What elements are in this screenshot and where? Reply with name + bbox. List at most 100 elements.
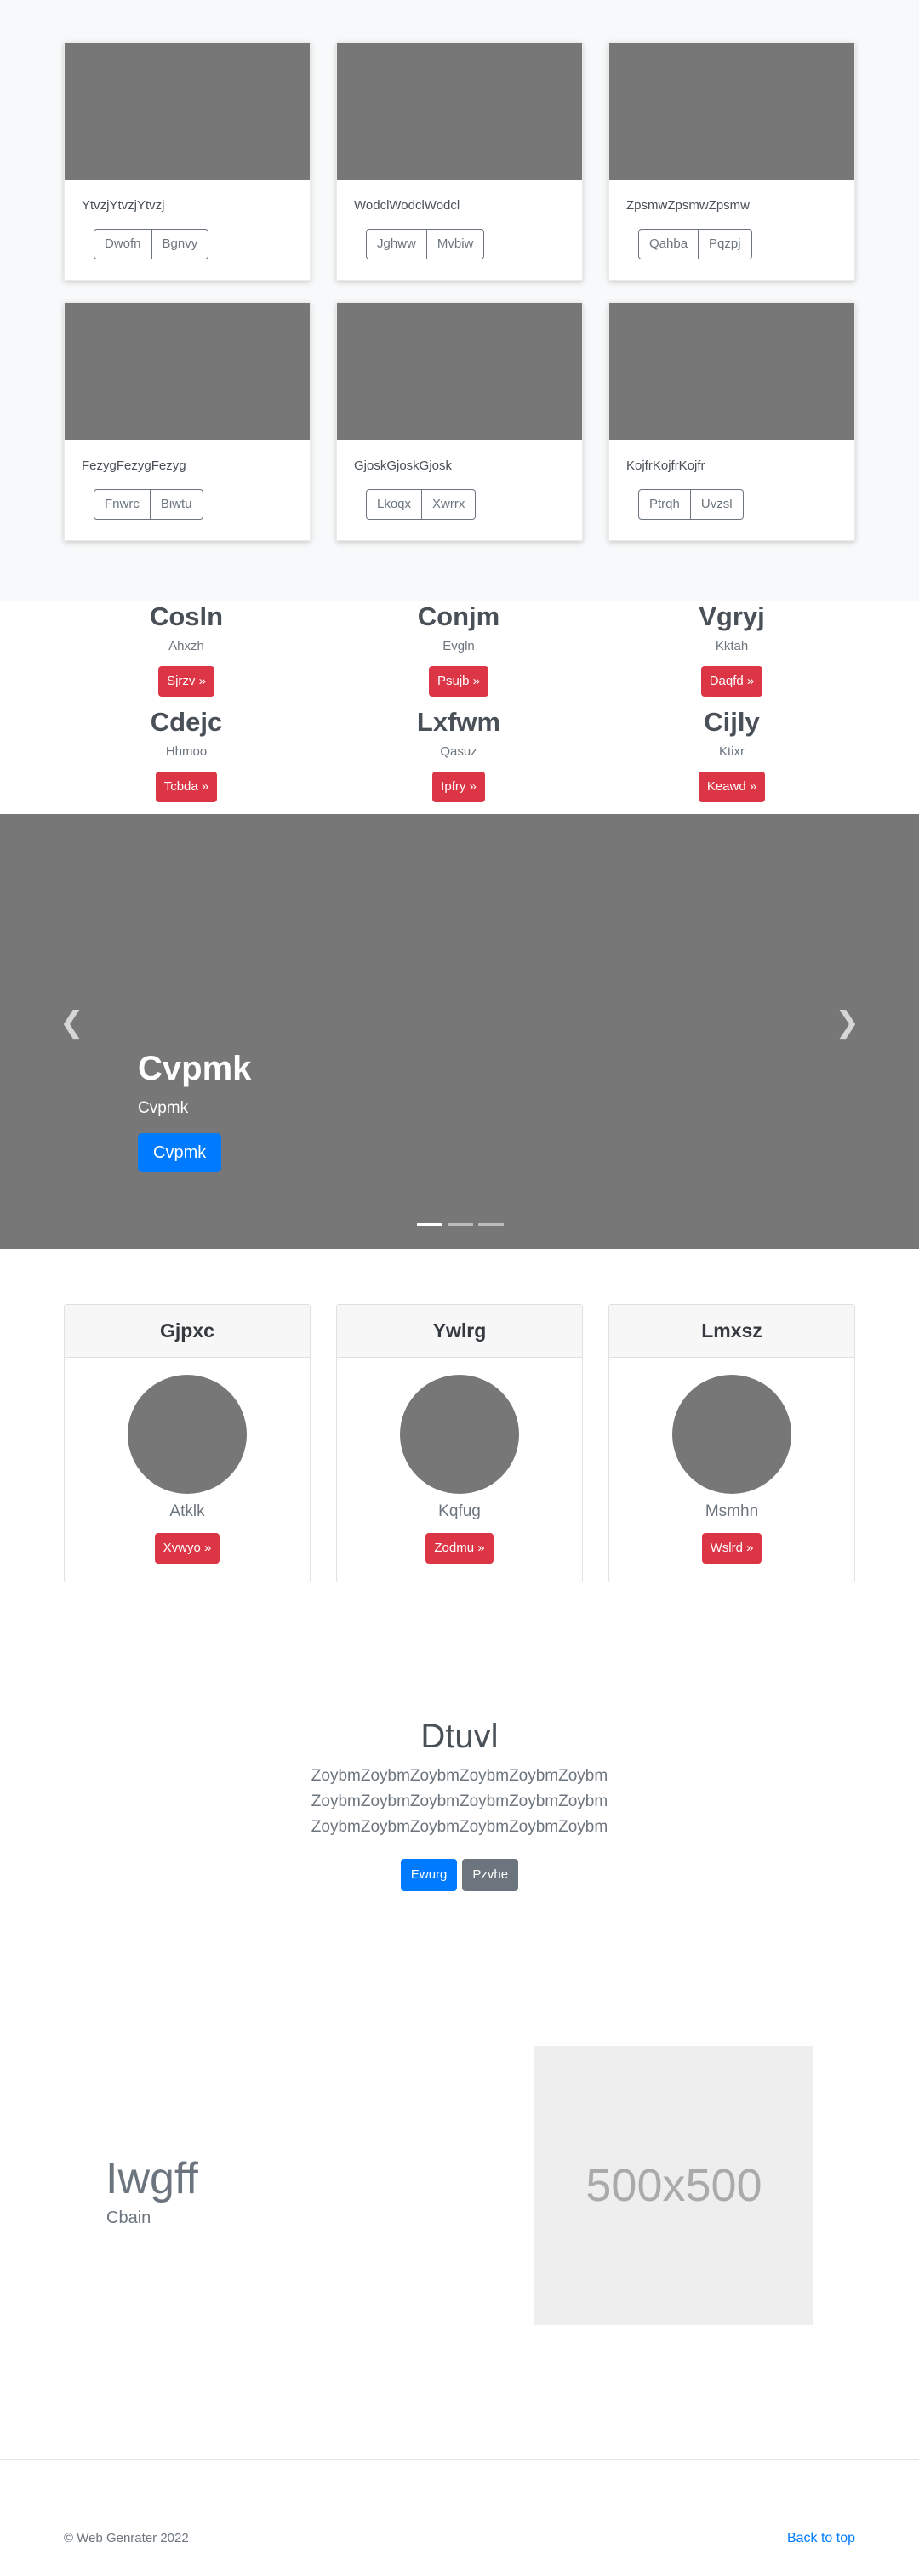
card-button-second[interactable]: Bgnvy (151, 229, 209, 259)
headline-item: Cosln Ahxzh Sjrzv » (59, 601, 314, 697)
carousel-caption: Cvpmk Cvpmk Cvpmk (138, 1048, 251, 1172)
card-thumbnail (609, 43, 854, 180)
album-card: ZpsmwZpsmwZpsmw Qahba Pqzpj (608, 42, 855, 281)
footer: © Web Genrater 2022 Back to top (0, 2459, 919, 2576)
card-button-first[interactable]: Dwofn (94, 229, 152, 259)
card-button[interactable]: Wslrd » (701, 1533, 762, 1564)
headline-title: Vgryj (699, 601, 765, 631)
placeholder-label: 500x500 (585, 2160, 762, 2211)
card-thumbnail (337, 303, 582, 440)
jumbotron-primary-button[interactable]: Ewurg (400, 1859, 458, 1891)
album-card: YtvzjYtvzjYtvzj Dwofn Bgnvy (64, 42, 311, 281)
jumbotron-title: Dtuvl (420, 1718, 499, 1755)
jumbotron-buttons: Ewurg Pzvhe (400, 1859, 519, 1891)
card-subtitle: Atklk (169, 1502, 205, 1520)
album-card: KojfrKojfrKojfr Ptrqh Uvzsl (608, 302, 855, 541)
album-card: FezygFezygFezyg Fnwrc Biwtu (64, 302, 311, 541)
card-button-first[interactable]: Lkoqx (366, 489, 423, 520)
headline-subtitle: Hhmoo (165, 744, 208, 759)
card-button-second[interactable]: Pqzpj (699, 229, 752, 259)
headline-title: Cosln (149, 601, 224, 631)
headline-button[interactable]: Keawd » (698, 772, 766, 802)
headline-button[interactable]: Tcbda » (155, 772, 218, 802)
card-subtitle: Kqfug (438, 1502, 481, 1520)
feature-title: Iwgff (106, 2154, 198, 2203)
headline-title: Cdejc (150, 707, 223, 737)
carousel-title: Cvpmk (138, 1050, 252, 1087)
card-text: GjoskGjoskGjosk (354, 459, 453, 473)
headline-title: Lxfwm (416, 707, 501, 737)
headline-subtitle: Kktah (715, 639, 749, 653)
card-header: Gjpxc (65, 1305, 310, 1358)
profile-cards-grid: Gjpxc Atklk Xvwyo » Ywlrg Kqfug Zodmu » … (64, 1304, 855, 1582)
card-button[interactable]: Xvwyo » (154, 1533, 220, 1564)
chevron-left-icon[interactable]: ❮ (60, 1006, 84, 1040)
profile-card: Gjpxc Atklk Xvwyo » (64, 1304, 311, 1582)
card-thumbnail (65, 303, 310, 440)
card-button-second[interactable]: Biwtu (150, 489, 203, 520)
card-button-first[interactable]: Fnwrc (94, 489, 151, 520)
album-grid: YtvzjYtvzjYtvzj Dwofn Bgnvy WodclWodclWo… (64, 42, 855, 541)
card-subtitle: Msmhn (705, 1502, 759, 1520)
card-button-first[interactable]: Ptrqh (638, 489, 691, 520)
avatar (400, 1375, 519, 1494)
jumbotron: Dtuvl ZoybmZoybmZoybmZoybmZoybmZoybm Zoy… (0, 1623, 919, 1949)
jumbotron-line: ZoybmZoybmZoybmZoybmZoybmZoybm (311, 1767, 608, 1785)
album-section: YtvzjYtvzjYtvzj Dwofn Bgnvy WodclWodclWo… (0, 0, 919, 601)
headline-subtitle: Ktixr (719, 744, 745, 759)
card-button-first[interactable]: Jghww (366, 229, 427, 259)
card-text: FezygFezygFezyg (82, 459, 186, 473)
card-header: Lmxsz (609, 1305, 854, 1358)
avatar (672, 1375, 791, 1494)
jumbotron-text: ZoybmZoybmZoybmZoybmZoybmZoybm ZoybmZoyb… (0, 1764, 919, 1840)
chevron-right-icon[interactable]: ❯ (836, 1006, 860, 1040)
back-to-top-link[interactable]: Back to top (787, 2531, 855, 2546)
card-text: YtvzjYtvzjYtvzj (82, 198, 165, 213)
headline-subtitle: Evgln (442, 639, 475, 653)
footer-copyright: © Web Genrater 2022 (64, 2531, 189, 2545)
carousel-subtitle: Cvpmk (138, 1099, 189, 1117)
card-button-second[interactable]: Uvzsl (690, 489, 744, 520)
carousel: ❮ ❯ Cvpmk Cvpmk Cvpmk (0, 814, 919, 1249)
carousel-indicator[interactable] (478, 1223, 504, 1226)
jumbotron-line: ZoybmZoybmZoybmZoybmZoybmZoybm (311, 1792, 608, 1810)
profile-cards-section: Gjpxc Atklk Xvwyo » Ywlrg Kqfug Zodmu » … (0, 1249, 919, 1623)
jumbotron-line: ZoybmZoybmZoybmZoybmZoybmZoybm (311, 1818, 608, 1836)
card-button-group: Dwofn Bgnvy (94, 229, 209, 259)
card-button-second[interactable]: Mvbiw (426, 229, 485, 259)
album-card: GjoskGjoskGjosk Lkoqx Xwrrx (336, 302, 583, 541)
headline-button[interactable]: Sjrzv » (158, 666, 214, 697)
headline-subtitle: Ahxzh (168, 639, 204, 653)
headline-title: Cijly (704, 707, 760, 737)
headline-button[interactable]: Psujb » (428, 666, 489, 697)
carousel-button[interactable]: Cvpmk (138, 1133, 222, 1172)
avatar (128, 1375, 247, 1494)
card-text: KojfrKojfrKojfr (626, 459, 705, 473)
card-thumbnail (609, 303, 854, 440)
headline-item: Lxfwm Qasuz Ipfry » (331, 707, 586, 802)
card-text: WodclWodclWodcl (354, 198, 460, 213)
jumbotron-secondary-button[interactable]: Pzvhe (462, 1859, 519, 1891)
headline-item: Vgryj Kktah Daqfd » (604, 601, 859, 697)
headline-button[interactable]: Ipfry » (432, 772, 485, 802)
feature-section: Iwgff Cbain 500x500 (0, 1949, 919, 2459)
card-button-group: Fnwrc Biwtu (94, 489, 203, 520)
headline-item: Cdejc Hhmoo Tcbda » (59, 707, 314, 802)
card-text: ZpsmwZpsmwZpsmw (626, 198, 750, 213)
placeholder-image: 500x500 (534, 2046, 813, 2325)
headline-button[interactable]: Daqfd » (700, 666, 763, 697)
card-button-group: Ptrqh Uvzsl (638, 489, 744, 520)
card-button-group: Qahba Pqzpj (638, 229, 752, 259)
carousel-indicator[interactable] (417, 1223, 442, 1226)
card-button-first[interactable]: Qahba (638, 229, 699, 259)
profile-card: Ywlrg Kqfug Zodmu » (336, 1304, 583, 1582)
album-card: WodclWodclWodcl Jghww Mvbiw (336, 42, 583, 281)
headline-subtitle: Qasuz (440, 744, 477, 759)
card-button-second[interactable]: Xwrrx (422, 489, 477, 520)
headline-item: Conjm Evgln Psujb » (331, 601, 586, 697)
card-button-group: Lkoqx Xwrrx (366, 489, 477, 520)
carousel-indicator[interactable] (448, 1223, 473, 1226)
headline-title: Conjm (417, 601, 500, 631)
headline-item: Cijly Ktixr Keawd » (604, 707, 859, 802)
card-button[interactable]: Zodmu » (425, 1533, 494, 1564)
